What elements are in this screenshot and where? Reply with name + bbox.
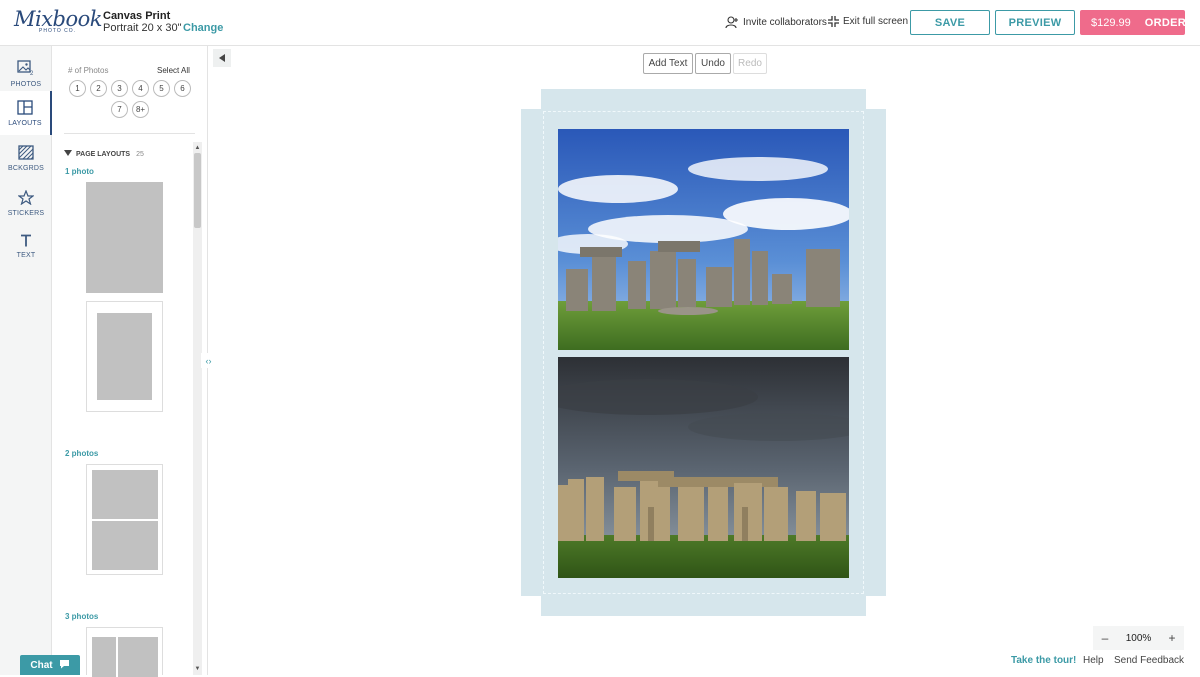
rail-label-text: TEXT — [16, 251, 36, 259]
chat-label: Chat — [30, 659, 53, 671]
rail-item-backgrounds[interactable]: BCKGRDS — [0, 136, 52, 180]
logo-wordmark: Mixbook — [14, 7, 103, 31]
photo-count-chip-6[interactable]: 6 — [174, 80, 191, 97]
top-header: Mixbook PHOTO CO. Canvas Print Portrait … — [0, 0, 1200, 46]
photo-slot-top[interactable] — [558, 129, 849, 350]
help-link[interactable]: Help — [1083, 655, 1104, 666]
caret-down-icon — [64, 150, 72, 158]
exit-fullscreen-link[interactable]: Exit full screen — [828, 16, 908, 27]
zoom-control: – 100% + — [1093, 626, 1184, 650]
photo-count-chip-4[interactable]: 4 — [132, 80, 149, 97]
backgrounds-icon — [18, 144, 34, 162]
select-all-link[interactable]: Select All — [157, 66, 190, 75]
mixbook-logo[interactable]: Mixbook PHOTO CO. — [14, 7, 103, 38]
group-label-1-photo: 1 photo — [65, 167, 94, 176]
layout-photo-slot — [92, 521, 158, 570]
photo-slot-bottom[interactable] — [558, 357, 849, 578]
scroll-down-arrow-icon[interactable]: ▼ — [193, 664, 202, 674]
scroll-up-arrow-icon[interactable]: ▲ — [193, 143, 202, 153]
redo-button[interactable]: Redo — [733, 53, 767, 74]
invite-label: Invite collaborators — [743, 17, 827, 28]
order-label: ORDER — [1144, 16, 1186, 29]
canvas-page[interactable] — [521, 89, 886, 616]
tool-rail: 2 PHOTOS LAYOUTS BCKGRDS STICKERS TEXT — [0, 46, 52, 675]
num-photos-label: # of Photos — [68, 66, 109, 75]
layout-thumb-two-stacked[interactable] — [86, 464, 163, 575]
collapse-panel-button[interactable] — [213, 49, 231, 67]
text-icon — [20, 234, 32, 249]
layouts-panel: # of Photos Select All 1 2 3 4 5 6 7 8+ … — [52, 46, 208, 677]
photo-count-chip-3[interactable]: 3 — [111, 80, 128, 97]
chat-button[interactable]: Chat — [20, 655, 80, 675]
take-tour-link[interactable]: Take the tour! — [1011, 655, 1076, 666]
change-product-link[interactable]: Change — [183, 22, 223, 34]
group-label-3-photos: 3 photos — [65, 612, 99, 621]
svg-text:2: 2 — [30, 71, 34, 76]
photo-count-chip-1[interactable]: 1 — [69, 80, 86, 97]
caret-left-icon — [219, 49, 225, 67]
product-title: Canvas Print — [103, 10, 171, 22]
panel-resize-handle-icon[interactable]: ‹› — [201, 353, 216, 368]
panel-divider — [64, 133, 195, 134]
zoom-out-button[interactable]: – — [1093, 631, 1117, 645]
add-user-icon — [725, 16, 739, 29]
stonehenge-day-photo — [558, 129, 849, 350]
rail-item-photos[interactable]: 2 PHOTOS — [0, 52, 52, 96]
invite-collaborators-link[interactable]: Invite collaborators — [725, 16, 827, 29]
section-count: 25 — [136, 150, 144, 158]
rail-item-text[interactable]: TEXT — [0, 224, 52, 268]
layout-photo-slot — [92, 470, 158, 519]
order-price: $129.99 — [1091, 16, 1131, 29]
layout-thumb-three[interactable] — [86, 627, 163, 677]
star-icon — [17, 188, 35, 207]
layouts-icon — [17, 99, 33, 117]
layout-photo-slot — [86, 182, 163, 293]
rail-item-layouts[interactable]: LAYOUTS — [0, 91, 52, 135]
layout-thumb-bordered[interactable] — [86, 301, 163, 412]
product-size: Portrait 20 x 30" — [103, 22, 182, 34]
exit-fullscreen-label: Exit full screen — [843, 16, 909, 27]
panel-scrollbar-thumb[interactable] — [194, 153, 201, 228]
stonehenge-dusk-photo — [558, 357, 849, 578]
group-label-2-photos: 2 photos — [65, 449, 99, 458]
rail-label-layouts: LAYOUTS — [8, 119, 42, 127]
photo-count-chip-5[interactable]: 5 — [153, 80, 170, 97]
layout-photo-slot — [97, 313, 152, 400]
undo-button[interactable]: Undo — [695, 53, 731, 74]
chat-bubble-icon — [59, 659, 70, 672]
add-text-button[interactable]: Add Text — [643, 53, 693, 74]
rail-label-photos: PHOTOS — [10, 81, 42, 88]
send-feedback-link[interactable]: Send Feedback — [1114, 655, 1184, 666]
order-button[interactable]: $129.99 ORDER — [1080, 10, 1186, 35]
layout-photo-slot — [118, 637, 158, 677]
layout-photo-slot — [92, 637, 116, 677]
exit-fullscreen-icon — [828, 16, 839, 27]
photos-icon: 2 — [17, 60, 35, 78]
zoom-in-button[interactable]: + — [1160, 631, 1184, 645]
photo-count-chip-8plus[interactable]: 8+ — [132, 101, 149, 118]
photo-count-chip-7[interactable]: 7 — [111, 101, 128, 118]
photo-count-chip-2[interactable]: 2 — [90, 80, 107, 97]
zoom-level: 100% — [1125, 632, 1152, 644]
preview-button[interactable]: PREVIEW — [995, 10, 1075, 35]
rail-label-backgrounds: BCKGRDS — [7, 164, 45, 172]
save-button[interactable]: SAVE — [910, 10, 990, 35]
rail-item-stickers[interactable]: STICKERS — [0, 181, 52, 225]
rail-label-stickers: STICKERS — [7, 209, 45, 217]
section-title: PAGE LAYOUTS — [76, 150, 131, 158]
page-layouts-section-header[interactable]: PAGE LAYOUTS 25 — [64, 150, 144, 158]
layout-thumb-full-bleed[interactable] — [86, 182, 163, 294]
